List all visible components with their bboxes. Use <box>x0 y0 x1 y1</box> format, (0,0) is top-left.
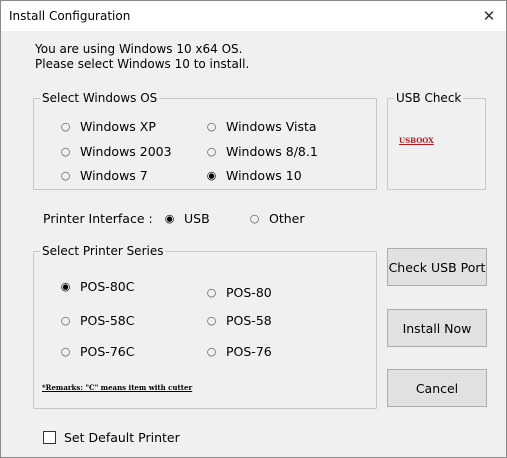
close-icon[interactable]: ✕ <box>472 1 506 31</box>
radio-button-selected-icon: ◉ <box>206 169 217 182</box>
radio-label: Windows Vista <box>226 119 317 134</box>
radio-label: POS-80C <box>80 279 135 294</box>
radio-button-selected-icon: ◉ <box>60 280 71 293</box>
radio-windows-7[interactable]: ○ Windows 7 <box>59 168 148 183</box>
cancel-button[interactable]: Cancel <box>387 369 487 407</box>
radio-interface-other[interactable]: ○ Other <box>248 211 305 226</box>
usb-check-group-label: USB Check <box>394 91 464 105</box>
printer-interface-label: Printer Interface : <box>43 211 153 226</box>
os-instruction-line: Please select Windows 10 to install. <box>35 57 250 71</box>
radio-windows-2003[interactable]: ○ Windows 2003 <box>59 144 172 159</box>
radio-pos-80c[interactable]: ◉ POS-80C <box>59 279 135 294</box>
usb-check-status: USBOOX <box>399 136 434 145</box>
windows-os-group-label: Select Windows OS <box>40 91 160 105</box>
radio-pos-76[interactable]: ○ POS-76 <box>205 344 272 359</box>
install-now-button[interactable]: Install Now <box>387 309 487 347</box>
radio-button-icon: ○ <box>249 212 260 225</box>
radio-button-icon: ○ <box>206 120 217 133</box>
radio-button-icon: ○ <box>206 314 217 327</box>
checkbox-label: Set Default Printer <box>64 430 180 445</box>
radio-button-icon: ○ <box>206 345 217 358</box>
radio-button-icon: ○ <box>60 314 71 327</box>
radio-label: POS-76C <box>80 344 135 359</box>
title-bar[interactable]: Install Configuration ✕ <box>1 1 506 31</box>
check-usb-port-button[interactable]: Check USB Port <box>387 248 487 286</box>
radio-label: Windows 8/8.1 <box>226 144 318 159</box>
radio-button-icon: ○ <box>60 145 71 158</box>
radio-label: USB <box>184 211 210 226</box>
radio-label: Windows XP <box>80 119 156 134</box>
install-configuration-window: Install Configuration ✕ You are using Wi… <box>0 0 507 458</box>
cutter-remark: *Remarks: "C" means item with cutter <box>42 383 193 392</box>
radio-pos-80[interactable]: ○ POS-80 <box>205 285 272 300</box>
radio-label: POS-58 <box>226 313 272 328</box>
radio-windows-vista[interactable]: ○ Windows Vista <box>205 119 317 134</box>
radio-button-icon: ○ <box>60 120 71 133</box>
radio-windows-8[interactable]: ○ Windows 8/8.1 <box>205 144 318 159</box>
radio-label: Other <box>269 211 305 226</box>
radio-button-icon: ○ <box>206 145 217 158</box>
radio-button-icon: ○ <box>60 169 71 182</box>
radio-interface-usb[interactable]: ◉ USB <box>163 211 210 226</box>
os-info-line: You are using Windows 10 x64 OS. <box>35 42 243 56</box>
checkbox-icon <box>43 431 56 444</box>
radio-pos-58c[interactable]: ○ POS-58C <box>59 313 135 328</box>
printer-series-group-label: Select Printer Series <box>40 244 166 258</box>
radio-button-icon: ○ <box>206 286 217 299</box>
radio-label: POS-58C <box>80 313 135 328</box>
radio-windows-10[interactable]: ◉ Windows 10 <box>205 168 302 183</box>
radio-pos-76c[interactable]: ○ POS-76C <box>59 344 135 359</box>
radio-label: Windows 10 <box>226 168 302 183</box>
radio-button-icon: ○ <box>60 345 71 358</box>
radio-label: Windows 7 <box>80 168 148 183</box>
radio-label: Windows 2003 <box>80 144 172 159</box>
set-default-printer-checkbox[interactable]: Set Default Printer <box>43 430 180 445</box>
radio-windows-xp[interactable]: ○ Windows XP <box>59 119 156 134</box>
radio-button-selected-icon: ◉ <box>164 212 175 225</box>
window-title: Install Configuration <box>9 9 131 23</box>
radio-pos-58[interactable]: ○ POS-58 <box>205 313 272 328</box>
radio-label: POS-76 <box>226 344 272 359</box>
radio-label: POS-80 <box>226 285 272 300</box>
